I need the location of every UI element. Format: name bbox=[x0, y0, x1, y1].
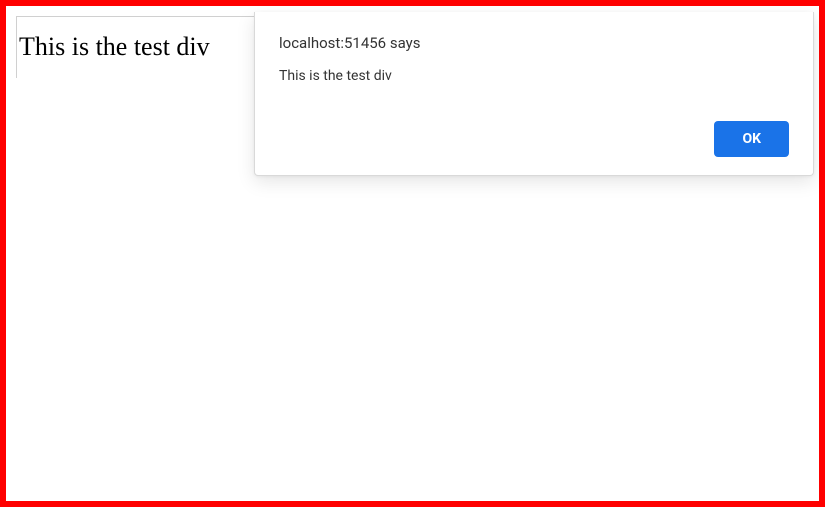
dialog-origin-text: localhost:51456 says bbox=[279, 34, 789, 52]
ok-button[interactable]: OK bbox=[714, 121, 789, 157]
dialog-actions: OK bbox=[279, 121, 789, 157]
screenshot-frame: This is the test div localhost:51456 say… bbox=[0, 0, 825, 507]
js-alert-dialog: localhost:51456 says This is the test di… bbox=[254, 12, 814, 176]
dialog-message-text: This is the test div bbox=[279, 68, 789, 121]
